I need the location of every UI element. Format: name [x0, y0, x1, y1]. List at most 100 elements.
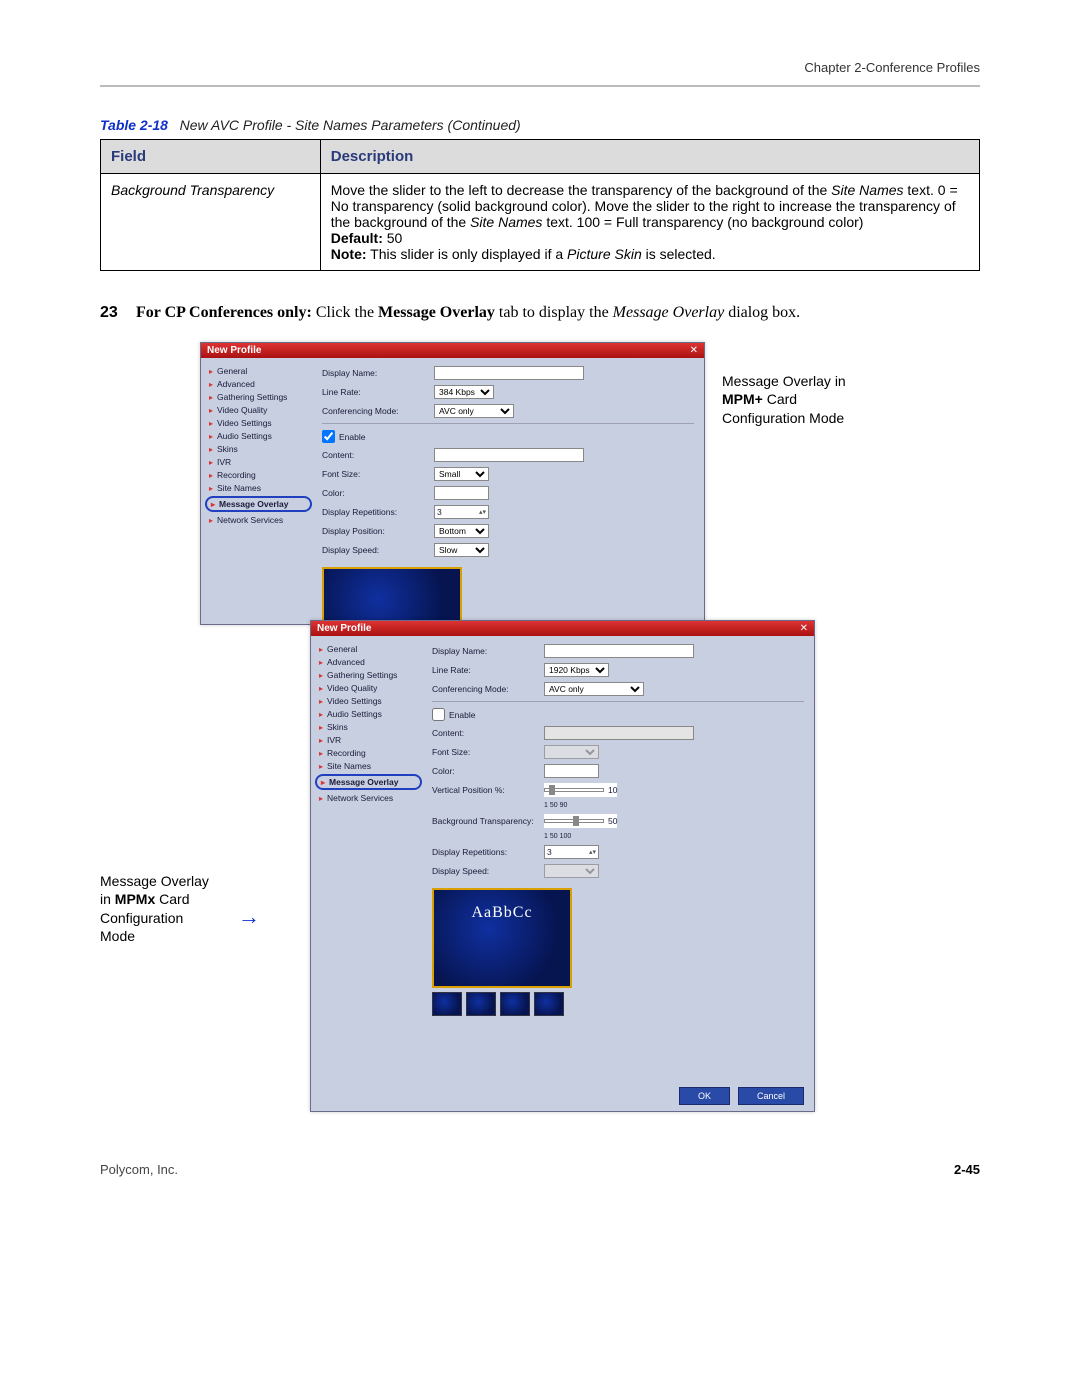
label-conf-mode: Conferencing Mode:: [432, 684, 544, 694]
label-color: Color:: [432, 766, 544, 776]
label-content: Content:: [432, 728, 544, 738]
content-input[interactable]: [434, 448, 584, 462]
header-rule: [100, 85, 980, 87]
arrow-icon: ▸: [209, 432, 213, 441]
arrow-icon: ▸: [209, 406, 213, 415]
nav-message-overlay[interactable]: ▸Message Overlay: [315, 774, 422, 790]
arrow-icon: ▸: [319, 762, 323, 771]
arrow-icon: ▸: [209, 458, 213, 467]
nav-recording[interactable]: ▸Recording: [319, 748, 422, 758]
nav-advanced[interactable]: ▸Advanced: [209, 379, 312, 389]
display-name-input[interactable]: [544, 644, 694, 658]
dialog-titlebar: New Profile ✕: [311, 621, 814, 636]
nav-panel: ▸General ▸Advanced ▸Gathering Settings ▸…: [311, 636, 426, 1110]
page-footer: Polycom, Inc. 2-45: [100, 1162, 980, 1177]
nav-network-services[interactable]: ▸Network Services: [209, 515, 312, 525]
nav-audio-settings[interactable]: ▸Audio Settings: [209, 431, 312, 441]
label-line-rate: Line Rate:: [322, 387, 434, 397]
dialog-title: New Profile: [207, 345, 261, 356]
arrow-icon: ▸: [209, 484, 213, 493]
preview-pane: AaBbCc: [432, 888, 572, 988]
close-icon[interactable]: ✕: [690, 345, 698, 356]
label-content: Content:: [322, 450, 434, 460]
arrow-icon: ▸: [209, 445, 213, 454]
color-select[interactable]: AaBbCc: [434, 486, 489, 500]
field-description: Move the slider to the left to decrease …: [320, 174, 979, 271]
arrow-icon: ▸: [209, 393, 213, 402]
content-input[interactable]: [544, 726, 694, 740]
close-icon[interactable]: ✕: [800, 623, 808, 634]
nav-network-services[interactable]: ▸Network Services: [319, 793, 422, 803]
table-title: New AVC Profile - Site Names Parameters …: [180, 117, 521, 133]
figure-area: Message Overlay in MPM+ Card Configurati…: [200, 342, 980, 1122]
col-field: Field: [101, 140, 321, 174]
nav-ivr[interactable]: ▸IVR: [319, 735, 422, 745]
nav-advanced[interactable]: ▸Advanced: [319, 657, 422, 667]
arrow-icon: ▸: [319, 736, 323, 745]
nav-message-overlay[interactable]: ▸Message Overlay: [205, 496, 312, 512]
label-vertical-position: Vertical Position %:: [432, 785, 544, 795]
display-name-input[interactable]: [434, 366, 584, 380]
nav-gathering[interactable]: ▸Gathering Settings: [209, 392, 312, 402]
conf-mode-select[interactable]: AVC only: [434, 404, 514, 418]
arrow-icon: ▸: [319, 710, 323, 719]
display-speed-select[interactable]: [544, 864, 599, 878]
cancel-button[interactable]: Cancel: [738, 1087, 804, 1105]
nav-recording[interactable]: ▸Recording: [209, 470, 312, 480]
display-position-select[interactable]: Bottom: [434, 524, 489, 538]
arrow-icon: ▸: [209, 367, 213, 376]
line-rate-select[interactable]: 384 Kbps: [434, 385, 494, 399]
nav-video-settings[interactable]: ▸Video Settings: [209, 418, 312, 428]
nav-video-settings[interactable]: ▸Video Settings: [319, 696, 422, 706]
table-label: Table 2-18: [100, 117, 168, 133]
label-display-repetitions: Display Repetitions:: [322, 507, 434, 517]
line-rate-select[interactable]: 1920 Kbps: [544, 663, 609, 677]
step-number: 23: [100, 301, 136, 324]
arrow-icon: ▸: [319, 723, 323, 732]
form-panel: Display Name: Line Rate:384 Kbps Confere…: [316, 358, 704, 623]
arrow-icon: ▸: [319, 645, 323, 654]
font-size-select[interactable]: Small: [434, 467, 489, 481]
display-speed-select[interactable]: Slow: [434, 543, 489, 557]
enable-checkbox[interactable]: [432, 708, 445, 721]
nav-general[interactable]: ▸General: [209, 366, 312, 376]
arrow-icon: ▸: [211, 500, 215, 509]
vertical-position-slider[interactable]: 10: [544, 783, 617, 797]
nav-panel: ▸General ▸Advanced ▸Gathering Settings ▸…: [201, 358, 316, 623]
color-select[interactable]: AaBbCc: [544, 764, 599, 778]
new-profile-dialog-mpmx: New Profile ✕ ▸General ▸Advanced ▸Gather…: [310, 620, 815, 1112]
display-repetitions-spinner[interactable]: 3▴▾: [434, 505, 489, 519]
dialog-titlebar: New Profile ✕: [201, 343, 704, 358]
background-transparency-slider[interactable]: 50: [544, 814, 617, 828]
arrow-icon: ▸: [209, 471, 213, 480]
callout-mpmx: Message Overlay in MPMx Card Configurati…: [100, 872, 220, 945]
thumb-icon: [466, 992, 496, 1016]
conf-mode-select[interactable]: AVC only: [544, 682, 644, 696]
label-enable: Enable: [339, 432, 365, 442]
nav-video-quality[interactable]: ▸Video Quality: [319, 683, 422, 693]
font-size-select[interactable]: [544, 745, 599, 759]
nav-audio-settings[interactable]: ▸Audio Settings: [319, 709, 422, 719]
nav-general[interactable]: ▸General: [319, 644, 422, 654]
nav-skins[interactable]: ▸Skins: [209, 444, 312, 454]
label-display-speed: Display Speed:: [322, 545, 434, 555]
thumb-icon: [534, 992, 564, 1016]
label-background-transparency: Background Transparency:: [432, 816, 544, 826]
col-description: Description: [320, 140, 979, 174]
ok-button[interactable]: OK: [679, 1087, 730, 1105]
label-enable: Enable: [449, 710, 475, 720]
nav-gathering[interactable]: ▸Gathering Settings: [319, 670, 422, 680]
nav-site-names[interactable]: ▸Site Names: [209, 483, 312, 493]
arrow-icon: ▸: [209, 380, 213, 389]
nav-skins[interactable]: ▸Skins: [319, 722, 422, 732]
parameters-table: Field Description Background Transparenc…: [100, 139, 980, 271]
enable-checkbox[interactable]: [322, 430, 335, 443]
nav-video-quality[interactable]: ▸Video Quality: [209, 405, 312, 415]
preview-text: AaBbCc: [434, 890, 570, 922]
display-repetitions-spinner[interactable]: 3▴▾: [544, 845, 599, 859]
thumb-icon: [500, 992, 530, 1016]
label-font-size: Font Size:: [432, 747, 544, 757]
arrow-icon: ▸: [209, 419, 213, 428]
nav-ivr[interactable]: ▸IVR: [209, 457, 312, 467]
nav-site-names[interactable]: ▸Site Names: [319, 761, 422, 771]
